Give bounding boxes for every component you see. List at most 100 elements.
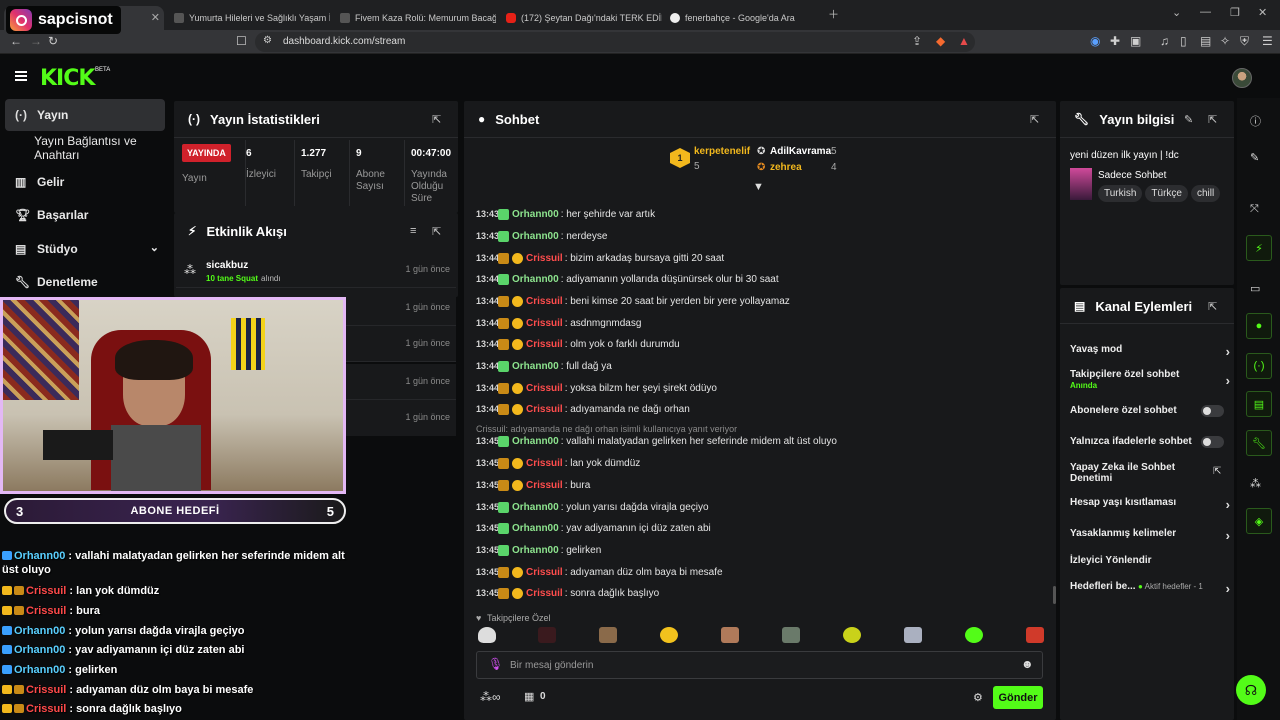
message-username[interactable]: Crissuil bbox=[526, 404, 563, 415]
supporter-name[interactable]: AdilKavrama bbox=[770, 146, 831, 157]
nav-item-studyo[interactable]: ▤ Stüdyo ⌄ bbox=[5, 233, 165, 265]
category-name[interactable]: Sadece Sohbet bbox=[1098, 170, 1166, 181]
menu-icon[interactable]: ☰ bbox=[1262, 34, 1273, 48]
message-username[interactable]: Crissuil bbox=[526, 480, 563, 491]
chat-message[interactable]: 13:44 Crissuil: olm yok o farklı durumdu bbox=[476, 334, 1046, 354]
goals-row[interactable]: Hedefleri be... ● Aktif hedefler - 1 › bbox=[1070, 581, 1230, 596]
send-button[interactable]: Gönder bbox=[993, 686, 1043, 709]
audio-icon[interactable]: ◉ bbox=[1090, 34, 1100, 48]
message-username[interactable]: Crissuil bbox=[526, 458, 563, 469]
chat-icon[interactable]: ● bbox=[1246, 313, 1272, 339]
account-age-row[interactable]: Hesap yaşı kısıtlaması › bbox=[1070, 497, 1230, 512]
emote[interactable] bbox=[904, 627, 922, 643]
chat-message[interactable]: 13:44 Orhann00: full dağ ya bbox=[476, 356, 1046, 376]
banned-words-row[interactable]: Yasaklanmış kelimeler › bbox=[1070, 528, 1230, 543]
chat-message[interactable]: 13:44 Crissuil: adıyamanda ne dağı orhan bbox=[476, 399, 1046, 419]
info-icon[interactable]: ⓘ bbox=[1250, 113, 1261, 129]
bot-icon[interactable]: ◈ bbox=[1246, 508, 1272, 534]
chat-scrollbar[interactable] bbox=[1053, 586, 1056, 604]
emote[interactable] bbox=[478, 627, 496, 643]
emotes-chat-toggle[interactable] bbox=[1201, 436, 1224, 448]
message-username[interactable]: Orhann00 bbox=[512, 502, 559, 513]
microphone-icon[interactable]: 🎙︎ bbox=[488, 657, 503, 671]
message-username[interactable]: Crissuil bbox=[526, 253, 563, 264]
maximize-icon[interactable]: ❐ bbox=[1230, 6, 1240, 19]
external-link-icon[interactable]: ⇱ bbox=[1213, 466, 1221, 477]
slow-mode-row[interactable]: Yavaş mod › bbox=[1070, 344, 1230, 359]
brave-rewards-icon[interactable]: ▲ bbox=[958, 34, 970, 48]
nav-item-basarilar[interactable]: 🏆︎ Başarılar bbox=[5, 199, 165, 231]
emote[interactable] bbox=[843, 627, 861, 643]
emote[interactable] bbox=[538, 627, 556, 643]
emote[interactable] bbox=[599, 627, 617, 643]
message-username[interactable]: Orhann00 bbox=[512, 274, 559, 285]
message-username[interactable]: Orhann00 bbox=[512, 361, 559, 372]
popout-icon[interactable]: ⇱ bbox=[1208, 113, 1217, 126]
chat-input[interactable]: Bir mesaj gönderin bbox=[476, 651, 1043, 679]
message-username[interactable]: Crissuil bbox=[526, 318, 563, 329]
top-supporter-name[interactable]: kerpetenelif bbox=[694, 146, 750, 157]
hamburger-menu-icon[interactable] bbox=[15, 71, 27, 81]
chat-message[interactable]: 13:44 Crissuil: yoksa bilzm her şeyi şire… bbox=[476, 378, 1046, 398]
tag[interactable]: Türkçe bbox=[1145, 185, 1188, 202]
site-info-icon[interactable]: ⚙ bbox=[263, 35, 272, 46]
emoji-icon[interactable]: ☻ bbox=[1021, 657, 1034, 671]
chat-message[interactable]: 13:44 Crissuil: bizim arkadaş bursaya git… bbox=[476, 248, 1046, 268]
edit-icon[interactable]: ✎ bbox=[1250, 151, 1259, 164]
ai-moderation-row[interactable]: Yapay Zeka ile Sohbet Denetimi bbox=[1070, 462, 1182, 484]
emote[interactable] bbox=[721, 627, 739, 643]
filter-icon[interactable]: ≡ bbox=[410, 225, 416, 237]
chat-message[interactable]: 13:45 Crissuil: lan yok dümdüz bbox=[476, 453, 1046, 473]
collapse-icon[interactable]: ⤧ bbox=[1250, 203, 1259, 216]
media-icon[interactable]: ♫ bbox=[1160, 34, 1169, 48]
chat-message[interactable]: 13:45 Crissuil: adıyaman düz olm baya bi … bbox=[476, 562, 1046, 582]
broadcast-icon[interactable]: (·) bbox=[1246, 353, 1272, 379]
chat-message[interactable]: 13:44 Crissuil: asdnmgnmdasg bbox=[476, 313, 1046, 333]
message-username[interactable]: Crissuil bbox=[526, 383, 563, 394]
user-avatar[interactable] bbox=[1232, 68, 1252, 88]
browser-tab[interactable]: Yumurta Hileleri ve Sağlıklı Yaşam İp bbox=[168, 6, 330, 30]
followers-chat-row[interactable]: Takipçilere özel sohbet Anında › bbox=[1070, 369, 1230, 390]
bookmark-icon[interactable]: ☐ bbox=[236, 34, 247, 48]
popout-icon[interactable]: ⇱ bbox=[1208, 300, 1217, 313]
store-icon[interactable]: ▦ bbox=[524, 690, 534, 703]
leo-icon[interactable]: ✧ bbox=[1220, 34, 1230, 48]
nav-item-yayin[interactable]: (·) Yayın bbox=[5, 99, 165, 131]
message-username[interactable]: Orhann00 bbox=[512, 231, 559, 242]
message-username[interactable]: Orhann00 bbox=[512, 545, 559, 556]
chat-message[interactable]: 13:45 Orhann00: gelirken bbox=[476, 540, 1046, 560]
forward-icon[interactable]: → bbox=[30, 34, 42, 48]
popout-icon[interactable]: ⇱ bbox=[1030, 113, 1039, 126]
tag[interactable]: Turkish bbox=[1098, 185, 1143, 202]
tab-search-icon[interactable]: ⌄ bbox=[1172, 6, 1181, 19]
viewer-redirect-row[interactable]: İzleyici Yönlendir bbox=[1070, 555, 1230, 566]
lightning-icon[interactable]: ⚡︎ bbox=[1246, 235, 1272, 261]
kick-logo[interactable]: KICK bbox=[40, 66, 95, 91]
edit-icon[interactable]: ✎ bbox=[1184, 113, 1193, 126]
browser-tab[interactable]: (172) Şeytan Dağı'ndaki TERK EDİLM bbox=[500, 6, 662, 30]
message-username[interactable]: Orhann00 bbox=[512, 209, 559, 220]
share-icon[interactable]: ⇪ bbox=[912, 34, 922, 48]
chat-message[interactable]: 13:45 Orhann00: vallahi malatyadan gelirk… bbox=[476, 431, 1046, 451]
chevron-down-icon[interactable]: ▼ bbox=[753, 181, 764, 193]
sidebar-icon[interactable]: ▯ bbox=[1180, 34, 1187, 48]
new-tab-icon[interactable]: ＋ bbox=[828, 6, 839, 22]
message-username[interactable]: Crissuil bbox=[526, 567, 563, 578]
tag[interactable]: chill bbox=[1190, 185, 1221, 202]
chat-message[interactable]: 13:45 Orhann00: yolun yarısı dağda virajl… bbox=[476, 497, 1046, 517]
popout-icon[interactable]: ⇱ bbox=[432, 113, 441, 126]
chat-message[interactable]: 13:45 Crissuil: sonra dağlık başlıyo bbox=[476, 583, 1046, 603]
nav-item-denetleme[interactable]: 🔧︎ Denetleme bbox=[5, 266, 165, 298]
chat-message[interactable]: 13:43 Orhann00: her şehirde var artık bbox=[476, 204, 1046, 224]
chat-message[interactable]: 13:43 Orhann00: nerdeyse bbox=[476, 226, 1046, 246]
support-headset-icon[interactable]: ☊ bbox=[1236, 675, 1266, 705]
chat-settings-icon[interactable]: ⚙ bbox=[973, 691, 983, 704]
chat-message[interactable]: 13:44 Crissuil: beni kimse 20 saat bir ye… bbox=[476, 291, 1046, 311]
emote[interactable] bbox=[965, 627, 983, 643]
reload-icon[interactable]: ↻ bbox=[48, 34, 58, 48]
chat-message[interactable]: 13:44 Orhann00: adiyamanın yollarıda düşü… bbox=[476, 269, 1046, 289]
extensions-icon[interactable]: ✚ bbox=[1110, 34, 1120, 48]
document-icon[interactable]: ▭ bbox=[1250, 282, 1260, 295]
category-thumbnail[interactable] bbox=[1070, 168, 1092, 200]
message-username[interactable]: Crissuil bbox=[526, 339, 563, 350]
